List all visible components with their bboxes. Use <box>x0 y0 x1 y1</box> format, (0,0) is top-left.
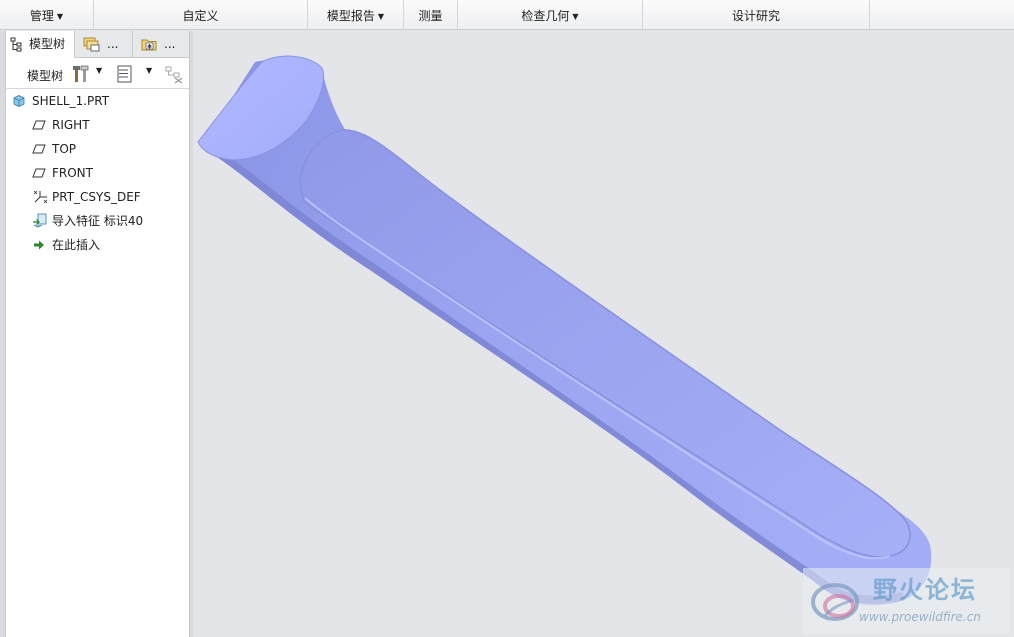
ribbon-group-design-study[interactable]: 设计研究 <box>643 0 870 30</box>
favorites-folder-icon: ✱ <box>141 39 157 51</box>
tools-icon <box>73 65 89 82</box>
tree-item-part[interactable]: SHELL_1.PRT <box>12 90 188 112</box>
svg-text:✱: ✱ <box>147 44 152 51</box>
ribbon-group-customize[interactable]: 自定义 <box>94 0 308 30</box>
datum-plane-icon <box>32 168 46 178</box>
model-tree-toolbar: 模型树 ▼ ▼ <box>6 59 190 89</box>
tree-item-insert-here[interactable]: 在此插入 <box>32 234 188 256</box>
model-tree-icon <box>10 37 22 52</box>
settings-dropdown[interactable]: ▼ <box>72 64 104 84</box>
shell-recess <box>299 129 911 558</box>
tab-model-tree[interactable]: 模型树 <box>6 31 75 58</box>
forum-logo-icon <box>811 583 859 621</box>
ribbon-label: 管理 <box>29 9 54 23</box>
ribbon-group-manage[interactable]: 管理 ▼ <box>0 0 94 30</box>
show-dropdown[interactable]: ▼ <box>116 64 154 84</box>
insert-arrow-icon <box>34 240 44 250</box>
tree-item-label: FRONT <box>52 166 93 180</box>
tab-label: ... <box>107 37 119 51</box>
datum-plane-icon <box>32 120 46 130</box>
graphics-viewport[interactable]: 野火论坛 www.proewildfire.cn <box>193 31 1014 637</box>
ribbon-group-inspect-geometry[interactable]: 检查几何 ▼ <box>458 0 643 30</box>
ribbon-group-model-report[interactable]: 模型报告 ▼ <box>308 0 404 30</box>
ribbon-bar: 管理 ▼ 自定义 模型报告 ▼ 测量 检查几何 ▼ 设计研究 <box>0 0 1014 30</box>
ribbon-label: 设计研究 <box>731 9 780 23</box>
tab-label: 模型树 <box>29 37 66 51</box>
ribbon-label: 自定义 <box>182 9 219 23</box>
tab-favorites[interactable]: ✱ ... <box>133 31 190 58</box>
watermark-cn: 野火论坛 <box>873 575 977 604</box>
part-icon <box>13 95 25 107</box>
tree-item-label: 在此插入 <box>52 238 101 252</box>
tree-item-right[interactable]: RIGHT <box>32 114 188 136</box>
tab-label: ... <box>164 37 176 51</box>
toolbar-title: 模型树 <box>27 69 64 83</box>
tree-item-label: SHELL_1.PRT <box>32 94 110 108</box>
csys-icon <box>33 190 48 204</box>
chevron-down-icon: ▼ <box>572 12 579 21</box>
tree-item-top[interactable]: TOP <box>32 138 188 160</box>
list-icon <box>117 65 132 83</box>
panel-tabs: 模型树 ... ✱ ... <box>6 31 190 58</box>
ribbon-group-measure[interactable]: 测量 <box>404 0 458 30</box>
ribbon-label: 检查几何 <box>521 9 570 23</box>
chevron-down-icon: ▼ <box>146 66 153 75</box>
tree-item-label: 导入特征 标识40 <box>52 214 144 228</box>
tree-item-label: PRT_CSYS_DEF <box>52 190 141 204</box>
tree-item-csys[interactable]: PRT_CSYS_DEF <box>32 186 188 208</box>
watermark-url: www.proewildfire.cn <box>859 610 981 624</box>
ribbon-label: 测量 <box>418 9 443 23</box>
tree-item-front[interactable]: FRONT <box>32 162 188 184</box>
model-tree-panel: 模型树 ... ✱ ... 模型树 ▼ ▼ SHELL_1.PRT RIGHT … <box>5 31 190 637</box>
import-feature-icon <box>33 213 47 228</box>
ribbon-label: 模型报告 <box>326 9 375 23</box>
tree-item-label: TOP <box>52 142 77 156</box>
watermark: 野火论坛 www.proewildfire.cn <box>803 568 1009 634</box>
tab-layers[interactable]: ... <box>75 31 133 58</box>
tree-item-label: RIGHT <box>52 118 90 132</box>
chevron-down-icon: ▼ <box>96 66 103 75</box>
chevron-down-icon: ▼ <box>377 12 385 21</box>
tree-item-import-feature[interactable]: 导入特征 标识40 <box>32 210 188 232</box>
folder-layers-icon <box>83 37 100 52</box>
shell-part-model <box>197 55 932 606</box>
filter-tree-icon[interactable] <box>164 65 184 84</box>
datum-plane-icon <box>32 144 46 154</box>
chevron-down-icon: ▼ <box>56 12 64 21</box>
